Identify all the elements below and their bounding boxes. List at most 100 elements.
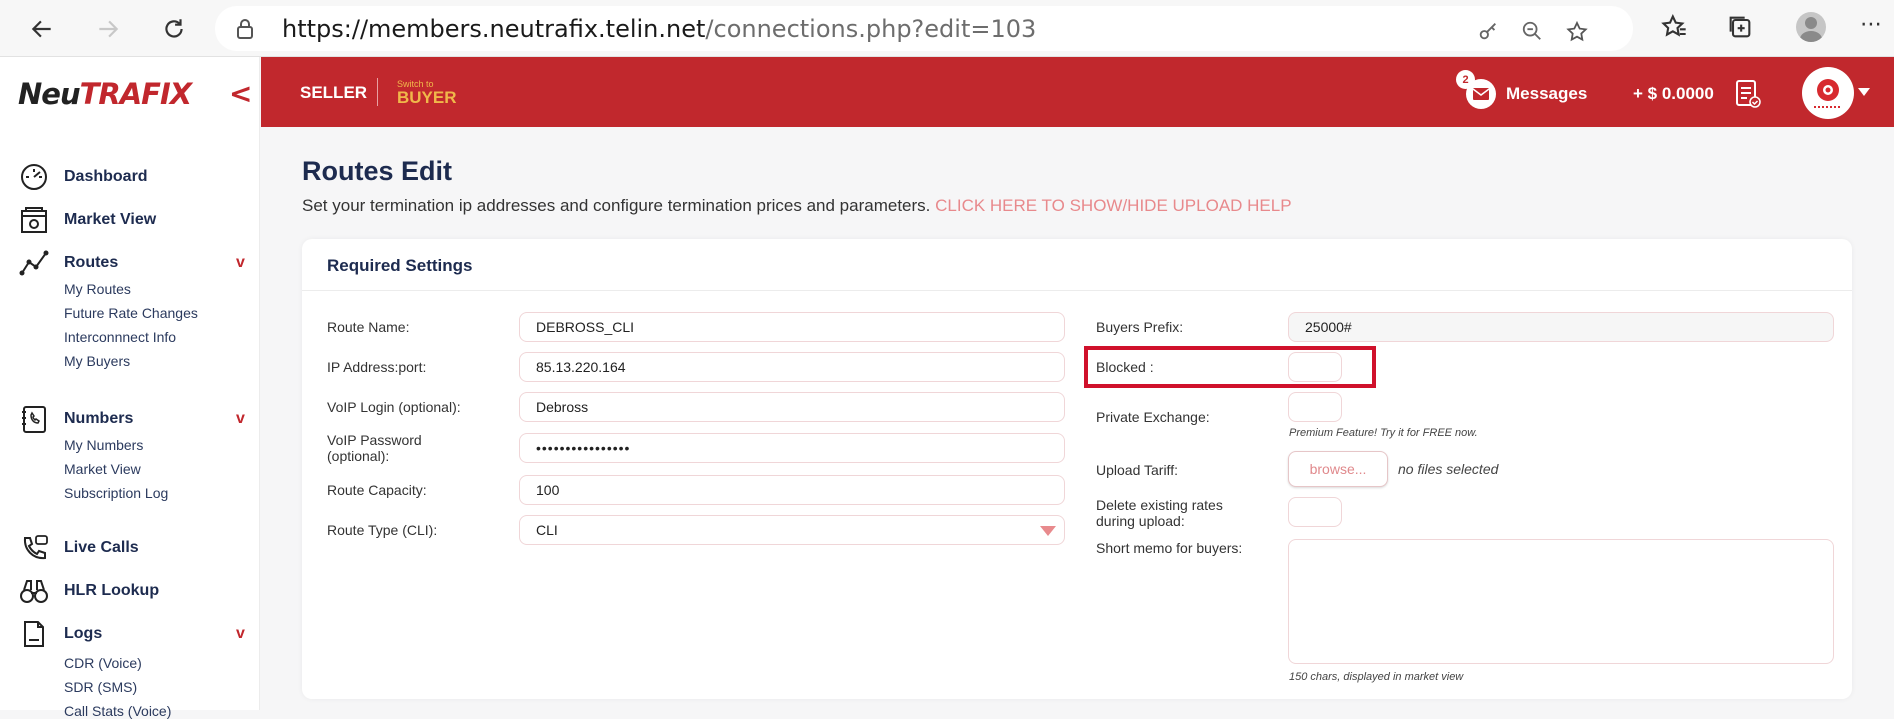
sidebar-item-label: Routes: [64, 254, 119, 271]
sidebar-subitem[interactable]: Subscription Log: [64, 485, 168, 501]
company-logo-icon: [1814, 79, 1842, 108]
private-exchange-label: Private Exchange:: [1096, 409, 1210, 425]
ip-address-label: IP Address:port:: [327, 359, 427, 375]
numbers-chevron-icon[interactable]: v: [236, 410, 245, 428]
buyers-prefix-input[interactable]: 25000#: [1288, 312, 1834, 342]
buyers-prefix-label: Buyers Prefix:: [1096, 319, 1184, 335]
sidebar-item-label: Numbers: [64, 410, 134, 427]
back-arrow-icon: [31, 20, 51, 38]
logs-chevron-icon[interactable]: v: [236, 625, 245, 643]
address-bar[interactable]: https://members.neutrafix.telin.net/conn…: [215, 6, 1633, 51]
voip-login-input[interactable]: Debross: [519, 392, 1065, 422]
route-name-input[interactable]: DEBROSS_CLI: [519, 312, 1065, 342]
key-icon[interactable]: [1477, 20, 1499, 42]
sidebar-item-routes[interactable]: Routes: [18, 247, 118, 279]
messages-link[interactable]: Messages: [1506, 84, 1587, 104]
voip-login-label: VoIP Login (optional):: [327, 399, 461, 415]
memo-note: 150 chars, displayed in market view: [1289, 671, 1464, 683]
back-button[interactable]: [23, 10, 61, 48]
sidebar-item-live-calls[interactable]: Live Calls: [18, 532, 139, 564]
sidebar-subitem[interactable]: Interconnnect Info: [64, 329, 176, 345]
sidebar-subitem[interactable]: SDR (SMS): [64, 679, 137, 695]
browser-toolbar: https://members.neutrafix.telin.net/conn…: [0, 0, 1894, 57]
market-icon: [18, 204, 50, 236]
sidebar-item-label: HLR Lookup: [64, 582, 160, 599]
sidebar-item-label: Logs: [64, 625, 103, 642]
zoom-out-icon[interactable]: [1521, 20, 1543, 42]
delete-rates-toggle[interactable]: [1288, 497, 1342, 527]
add-favorite-icon[interactable]: [1565, 20, 1589, 44]
numbers-icon: [18, 403, 50, 435]
profile-avatar-icon[interactable]: [1796, 12, 1826, 42]
collections-icon[interactable]: [1726, 13, 1754, 41]
sidebar-subitem[interactable]: Future Rate Changes: [64, 305, 198, 321]
forward-arrow-icon: [99, 20, 119, 38]
divider: [377, 78, 378, 106]
url-path: /connections.php?edit=103: [705, 15, 1037, 43]
sidebar-item-label: Live Calls: [64, 539, 139, 556]
sidebar-item-logs[interactable]: Logs: [18, 618, 102, 650]
route-type-value: CLI: [536, 522, 558, 538]
seller-label: SELLER: [300, 83, 368, 102]
messages-count-badge: 2: [1456, 70, 1475, 89]
upload-help-link[interactable]: CLICK HERE TO SHOW/HIDE UPLOAD HELP: [935, 196, 1291, 215]
user-menu-caret-icon[interactable]: [1858, 88, 1870, 96]
forward-button[interactable]: [89, 10, 127, 48]
switch-to-buyer-button[interactable]: BUYER: [397, 88, 457, 108]
refresh-button[interactable]: [155, 10, 193, 48]
page-subtitle: Set your termination ip addresses and co…: [302, 196, 1292, 216]
upload-tariff-label: Upload Tariff:: [1096, 462, 1178, 478]
invoice-icon[interactable]: [1734, 79, 1762, 109]
sidebar-subitem[interactable]: Call Stats (Voice): [64, 703, 171, 719]
highlight-box: [1084, 346, 1376, 388]
logo[interactable]: NeuTRAFIX: [18, 77, 192, 111]
sidebar-item-numbers[interactable]: Numbers: [18, 403, 133, 435]
premium-feature-note[interactable]: Premium Feature! Try it for FREE now.: [1289, 427, 1478, 439]
top-header: SELLER Switch to BUYER 2 Messages + $ 0.…: [261, 57, 1894, 127]
sidebar-subitem[interactable]: CDR (Voice): [64, 655, 142, 671]
url-host: https://members.neutrafix.telin.net: [282, 15, 706, 43]
logs-icon: [18, 618, 50, 650]
card-title: Required Settings: [327, 256, 473, 275]
sidebar-subitem[interactable]: My Buyers: [64, 353, 130, 369]
routes-icon: [18, 247, 50, 279]
subtitle-text: Set your termination ip addresses and co…: [302, 196, 936, 215]
route-type-label: Route Type (CLI):: [327, 522, 438, 538]
sidebar-item-label: Market View: [64, 211, 157, 228]
divider: [302, 290, 1852, 291]
sidebar-subitem[interactable]: My Numbers: [64, 437, 143, 453]
sidebar-item-market-view[interactable]: Market View: [18, 204, 156, 236]
more-menu-icon[interactable]: ⋯: [1860, 12, 1883, 37]
memo-label: Short memo for buyers:: [1096, 540, 1243, 556]
delete-rates-label: Delete existing rates during upload:: [1096, 497, 1223, 529]
route-capacity-label: Route Capacity:: [327, 482, 427, 498]
ip-address-input[interactable]: 85.13.220.164: [519, 352, 1065, 382]
route-capacity-input[interactable]: 100: [519, 475, 1065, 505]
lock-icon: [237, 19, 253, 39]
private-exchange-toggle[interactable]: [1288, 392, 1342, 422]
sidebar-item-hlr-lookup[interactable]: HLR Lookup: [18, 575, 159, 607]
sidebar-item-label: Dashboard: [64, 168, 148, 185]
dropdown-arrow-icon: [1040, 526, 1056, 536]
voip-password-label: VoIP Password (optional):: [327, 432, 422, 464]
voip-password-input[interactable]: ••••••••••••••••: [519, 433, 1065, 463]
collapse-sidebar-button[interactable]: <: [229, 77, 252, 110]
favorites-icon[interactable]: [1660, 13, 1688, 41]
route-type-select[interactable]: CLI: [519, 515, 1065, 545]
routes-chevron-icon[interactable]: v: [236, 254, 245, 272]
sidebar-subitem[interactable]: My Routes: [64, 281, 131, 297]
memo-textarea[interactable]: [1288, 539, 1834, 664]
page-title: Routes Edit: [302, 156, 453, 186]
sidebar-subitem[interactable]: Market View: [64, 461, 141, 477]
route-name-label: Route Name:: [327, 319, 410, 335]
refresh-icon: [165, 19, 183, 38]
no-files-text: no files selected: [1398, 461, 1499, 477]
browse-button[interactable]: browse...: [1288, 451, 1388, 487]
sidebar: NeuTRAFIX < Dashboard Market View Routes…: [0, 57, 260, 719]
user-avatar[interactable]: [1802, 67, 1854, 119]
balance-value[interactable]: + $ 0.0000: [1633, 84, 1714, 104]
dashboard-icon: [18, 161, 50, 193]
binoculars-icon: [18, 575, 50, 607]
sidebar-item-dashboard[interactable]: Dashboard: [18, 161, 148, 193]
url-text: https://members.neutrafix.telin.net/conn…: [282, 15, 1036, 43]
